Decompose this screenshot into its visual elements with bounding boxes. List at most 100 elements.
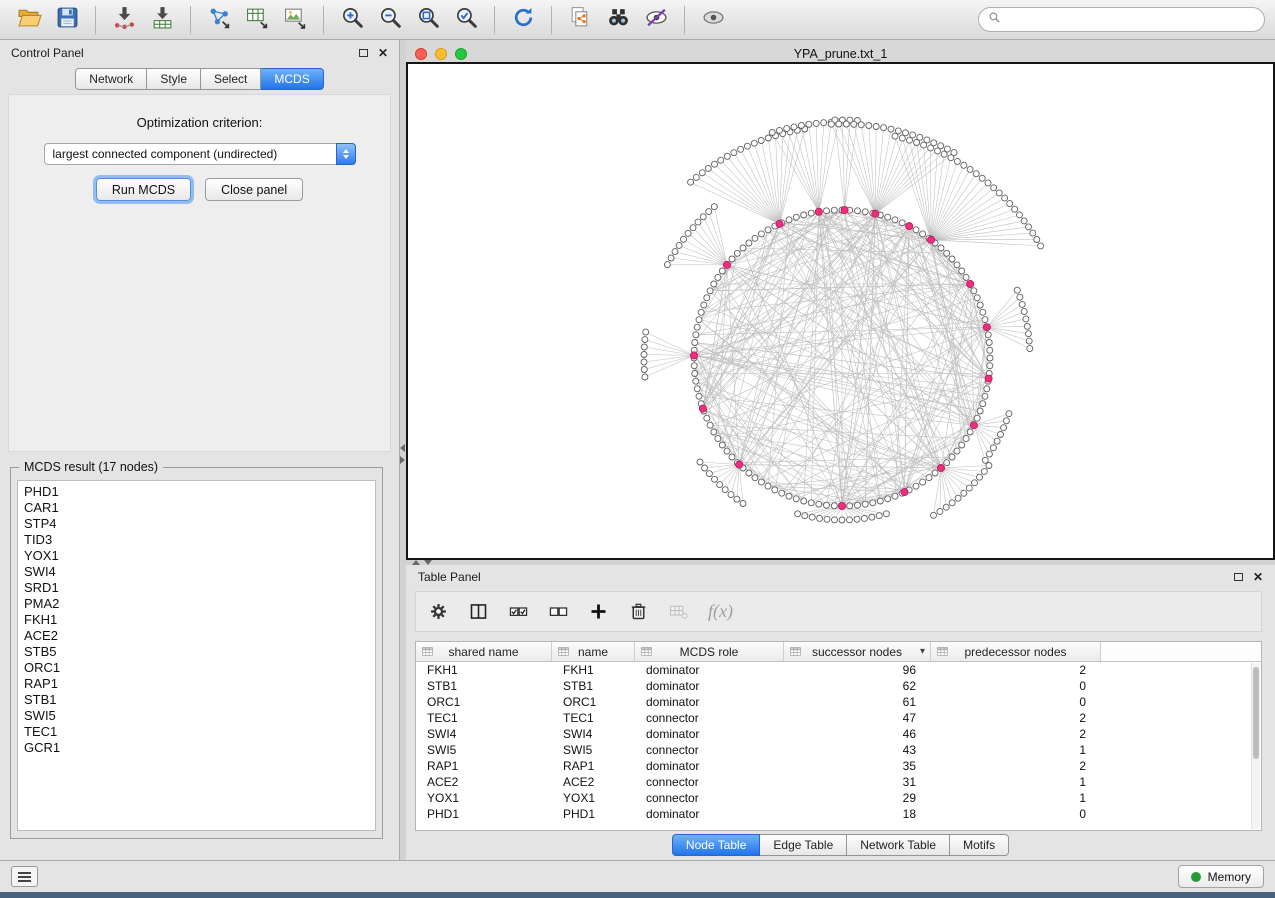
mcds-result-item[interactable]: PMA2 [18, 596, 375, 612]
table-cell[interactable]: YOX1 [416, 791, 552, 805]
table-row[interactable]: TEC1TEC1connector472 [416, 710, 1261, 726]
delete-button[interactable] [628, 601, 649, 622]
mcds-result-item[interactable]: STP4 [18, 516, 375, 532]
table-row[interactable]: YOX1YOX1connector291 [416, 790, 1261, 806]
mcds-result-item[interactable]: STB5 [18, 644, 375, 660]
table-cell[interactable]: 0 [931, 695, 1101, 709]
select-all-button[interactable] [508, 601, 529, 622]
tab-style[interactable]: Style [147, 68, 201, 90]
table-cell[interactable]: 1 [931, 791, 1101, 805]
table-cell[interactable]: 62 [784, 679, 931, 693]
copy-share-button[interactable] [562, 4, 598, 36]
task-history-button[interactable] [11, 866, 38, 887]
table-cell[interactable]: 96 [784, 663, 931, 677]
new-network-button[interactable] [201, 4, 237, 36]
criterion-select[interactable]: largest connected component (undirected) [44, 143, 356, 165]
table-row[interactable]: SWI5SWI5connector431 [416, 742, 1261, 758]
table-cell[interactable]: YOX1 [552, 791, 635, 805]
import-disabled-button[interactable] [668, 601, 689, 622]
table-row[interactable]: RAP1RAP1dominator352 [416, 758, 1261, 774]
open-folder-button[interactable] [11, 4, 47, 36]
close-panel-button[interactable]: Close panel [205, 178, 303, 201]
save-button[interactable] [49, 4, 85, 36]
table-cell[interactable]: ACE2 [416, 775, 552, 789]
zoom-fit-button[interactable] [410, 4, 446, 36]
table-cell[interactable]: 2 [931, 727, 1101, 741]
mcds-result-item[interactable]: CAR1 [18, 500, 375, 516]
table-cell[interactable]: FKH1 [552, 663, 635, 677]
binoculars-button[interactable] [600, 4, 636, 36]
tab-edge-table[interactable]: Edge Table [760, 834, 847, 856]
window-minimize-icon[interactable] [435, 48, 447, 60]
table-cell[interactable]: STB1 [552, 679, 635, 693]
table-cell[interactable]: ORC1 [416, 695, 552, 709]
table-cell[interactable]: 43 [784, 743, 931, 757]
import-table-button[interactable] [144, 4, 180, 36]
scrollbar-thumb[interactable] [1253, 667, 1259, 759]
table-cell[interactable]: 29 [784, 791, 931, 805]
mcds-result-item[interactable]: ORC1 [18, 660, 375, 676]
mcds-result-item[interactable]: ACE2 [18, 628, 375, 644]
column-header-predecessor-nodes[interactable]: predecessor nodes [931, 642, 1101, 661]
table-cell[interactable]: 47 [784, 711, 931, 725]
table-cell[interactable]: PHD1 [552, 807, 635, 821]
search-input[interactable] [1007, 13, 1255, 27]
tab-motifs[interactable]: Motifs [950, 834, 1009, 856]
table-cell[interactable]: ORC1 [552, 695, 635, 709]
mcds-result-item[interactable]: SWI5 [18, 708, 375, 724]
table-cell[interactable]: 61 [784, 695, 931, 709]
search-box[interactable] [978, 7, 1265, 32]
hide-graphics-button[interactable] [638, 4, 674, 36]
run-mcds-button[interactable]: Run MCDS [96, 178, 191, 201]
eye-button[interactable] [695, 4, 731, 36]
table-cell[interactable]: RAP1 [552, 759, 635, 773]
table-cell[interactable]: SWI5 [416, 743, 552, 757]
mcds-result-item[interactable]: TID3 [18, 532, 375, 548]
table-cell[interactable]: 0 [931, 807, 1101, 821]
mcds-result-list[interactable]: PHD1CAR1STP4TID3YOX1SWI4SRD1PMA2FKH1ACE2… [17, 480, 376, 831]
mcds-result-item[interactable]: YOX1 [18, 548, 375, 564]
export-image-button[interactable] [277, 4, 313, 36]
zoom-selected-button[interactable] [448, 4, 484, 36]
table-cell[interactable]: 2 [931, 711, 1101, 725]
table-scrollbar[interactable] [1251, 663, 1260, 829]
table-cell[interactable]: ACE2 [552, 775, 635, 789]
table-row[interactable]: STB1STB1dominator620 [416, 678, 1261, 694]
table-cell[interactable]: STB1 [416, 679, 552, 693]
table-cell[interactable]: PHD1 [416, 807, 552, 821]
new-table-button[interactable] [239, 4, 275, 36]
table-cell[interactable]: FKH1 [416, 663, 552, 677]
memory-button[interactable]: Memory [1178, 865, 1264, 888]
tab-network[interactable]: Network [75, 68, 147, 90]
table-cell[interactable]: connector [635, 775, 784, 789]
zoom-out-button[interactable] [372, 4, 408, 36]
float-panel-icon[interactable] [359, 49, 368, 57]
mcds-result-item[interactable]: SWI4 [18, 564, 375, 580]
column-header-name[interactable]: name [552, 642, 635, 661]
add-button[interactable] [588, 601, 609, 622]
table-cell[interactable]: dominator [635, 807, 784, 821]
table-cell[interactable]: dominator [635, 679, 784, 693]
table-cell[interactable]: RAP1 [416, 759, 552, 773]
table-cell[interactable]: 0 [931, 679, 1101, 693]
table-cell[interactable]: 35 [784, 759, 931, 773]
columns-button[interactable] [468, 601, 489, 622]
float-table-panel-icon[interactable] [1234, 573, 1243, 581]
close-table-panel-icon[interactable]: ✕ [1253, 571, 1263, 583]
table-cell[interactable]: 46 [784, 727, 931, 741]
table-cell[interactable]: SWI4 [416, 727, 552, 741]
mcds-result-item[interactable]: RAP1 [18, 676, 375, 692]
table-cell[interactable]: 31 [784, 775, 931, 789]
table-cell[interactable]: TEC1 [552, 711, 635, 725]
table-row[interactable]: PHD1PHD1dominator180 [416, 806, 1261, 822]
table-cell[interactable]: 2 [931, 663, 1101, 677]
table-cell[interactable]: 2 [931, 759, 1101, 773]
table-cell[interactable]: 1 [931, 743, 1101, 757]
window-maximize-icon[interactable] [455, 48, 467, 60]
mcds-result-item[interactable]: STB1 [18, 692, 375, 708]
table-cell[interactable]: 1 [931, 775, 1101, 789]
mcds-result-item[interactable]: SRD1 [18, 580, 375, 596]
table-cell[interactable]: dominator [635, 663, 784, 677]
table-cell[interactable]: connector [635, 743, 784, 757]
tab-select[interactable]: Select [201, 68, 261, 90]
